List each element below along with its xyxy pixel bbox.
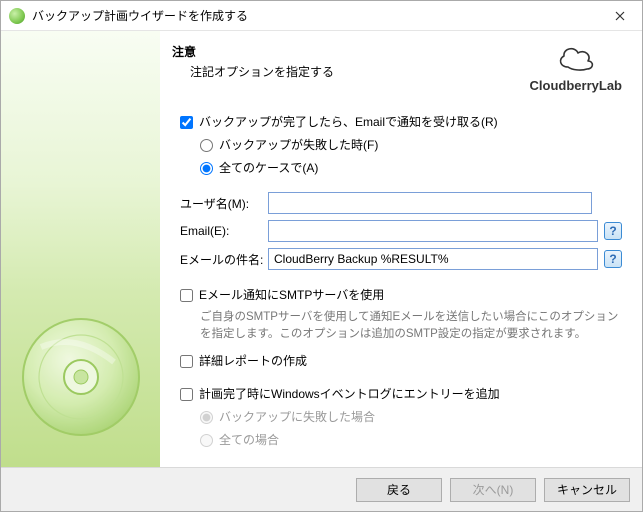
form: バックアップが完了したら、Emailで通知を受け取る(R) バックアップが失敗し… [172,113,622,457]
close-button[interactable] [597,1,642,30]
sidebar [1,31,160,467]
close-icon [615,11,625,21]
disc-icon [16,312,146,442]
notify-checkbox[interactable] [180,116,193,129]
email-input[interactable] [268,220,598,242]
email-help-button[interactable]: ? [604,222,622,240]
window-title: バックアップ計画ウイザードを作成する [32,7,597,24]
username-input[interactable] [268,192,592,214]
cloud-icon [554,43,598,73]
smtp-checkbox[interactable] [180,289,193,302]
back-button[interactable]: 戻る [356,478,442,502]
subject-label: Eメールの件名: [180,251,268,268]
wizard-window: バックアップ計画ウイザードを作成する [0,0,643,512]
titlebar: バックアップ計画ウイザードを作成する [1,1,642,31]
eventlog-all-row: 全ての場合 [200,431,622,448]
subject-input[interactable] [268,248,598,270]
brand-logo: CloudberryLab [530,43,622,93]
eventlog-checkbox-label[interactable]: 計画完了時にWindowsイベントログにエントリーを追加 [199,385,500,402]
notify-checkbox-row: バックアップが完了したら、Emailで通知を受け取る(R) [180,113,622,130]
page-header: 注意 注記オプションを指定する CloudberryLab [172,43,622,93]
email-label: Email(E): [180,224,268,238]
detailed-report-label[interactable]: 詳細レポートの作成 [199,352,307,369]
content: 注意 注記オプションを指定する CloudberryLab バックアップが完了し… [160,31,642,467]
detailed-report-row: 詳細レポートの作成 [180,352,622,369]
cancel-button[interactable]: キャンセル [544,478,630,502]
eventlog-all-radio [200,434,213,447]
username-label: ユーザ名(M): [180,195,268,212]
eventlog-all-label: 全ての場合 [219,431,279,448]
smtp-checkbox-row: Eメール通知にSMTPサーバを使用 [180,286,622,303]
eventlog-failed-radio [200,411,213,424]
eventlog-failed-row: バックアップに失敗した場合 [200,408,622,425]
when-failed-radio-row: バックアップが失敗した時(F) [200,136,622,153]
email-row: Email(E): ? [180,220,622,242]
smtp-description: ご自身のSMTPサーバを使用して通知Eメールを送信したい場合にこのオプションを指… [200,309,622,344]
notify-checkbox-label[interactable]: バックアップが完了したら、Emailで通知を受け取る(R) [199,113,498,130]
when-failed-radio-label[interactable]: バックアップが失敗した時(F) [219,136,378,153]
smtp-checkbox-label[interactable]: Eメール通知にSMTPサーバを使用 [199,286,384,303]
brand-name: CloudberryLab [530,78,622,93]
eventlog-failed-label: バックアップに失敗した場合 [219,408,375,425]
subject-row: Eメールの件名: ? [180,248,622,270]
footer: 戻る 次へ(N) キャンセル [1,467,642,511]
page-subtitle: 注記オプションを指定する [190,63,334,80]
username-row: ユーザ名(M): [180,192,622,214]
all-cases-radio[interactable] [200,162,213,175]
app-icon [9,8,25,24]
when-failed-radio[interactable] [200,139,213,152]
next-button: 次へ(N) [450,478,536,502]
body: 注意 注記オプションを指定する CloudberryLab バックアップが完了し… [1,31,642,467]
detailed-report-checkbox[interactable] [180,355,193,368]
all-cases-radio-label[interactable]: 全てのケースで(A) [219,159,318,176]
eventlog-checkbox-row: 計画完了時にWindowsイベントログにエントリーを追加 [180,385,622,402]
all-cases-radio-row: 全てのケースで(A) [200,159,622,176]
eventlog-checkbox[interactable] [180,388,193,401]
page-title: 注意 [172,43,334,60]
subject-help-button[interactable]: ? [604,250,622,268]
